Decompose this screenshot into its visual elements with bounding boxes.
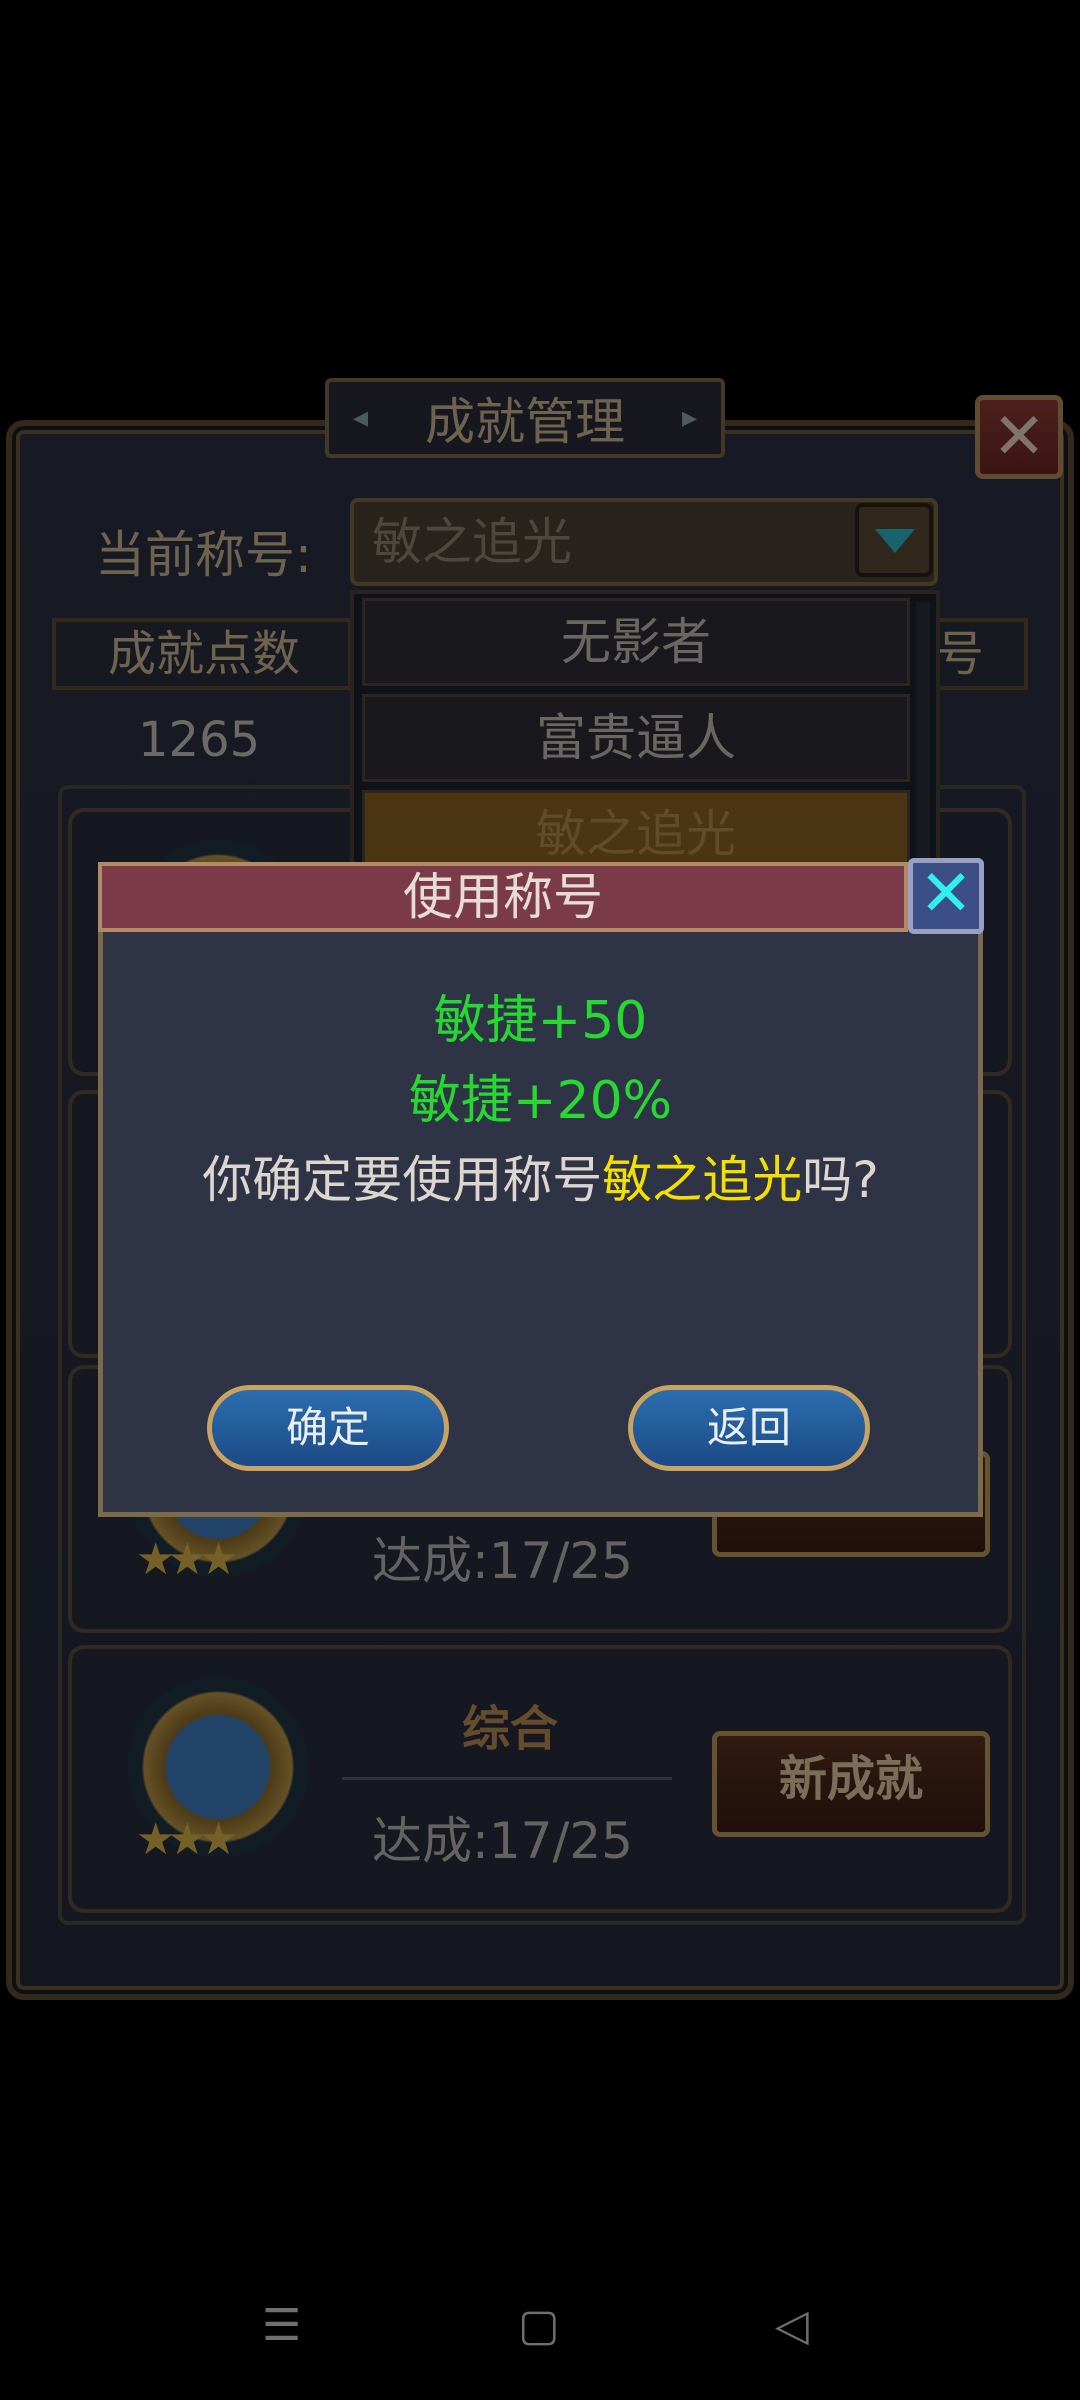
confirm-button[interactable]: 确定 bbox=[207, 1385, 449, 1471]
back-button[interactable]: 返回 bbox=[628, 1385, 870, 1471]
confirm-suffix: 吗? bbox=[802, 1151, 879, 1209]
confirm-message: 你确定要使用称号敏之追光吗? bbox=[98, 1140, 983, 1212]
bonus-line: 敏捷+20% bbox=[408, 1071, 673, 1131]
home-icon[interactable]: ▢ bbox=[518, 2300, 560, 2351]
close-icon: ✕ bbox=[919, 857, 973, 931]
bonus-line: 敏捷+50 bbox=[433, 991, 648, 1051]
confirm-title-highlight: 敏之追光 bbox=[602, 1151, 803, 1209]
confirm-prefix: 你确定要使用称号 bbox=[202, 1151, 603, 1209]
dialog-close-button[interactable]: ✕ bbox=[908, 858, 984, 934]
dialog-title: 使用称号 bbox=[98, 862, 908, 932]
back-icon[interactable]: ◁ bbox=[775, 2300, 809, 2351]
menu-icon[interactable]: ☰ bbox=[262, 2300, 301, 2351]
